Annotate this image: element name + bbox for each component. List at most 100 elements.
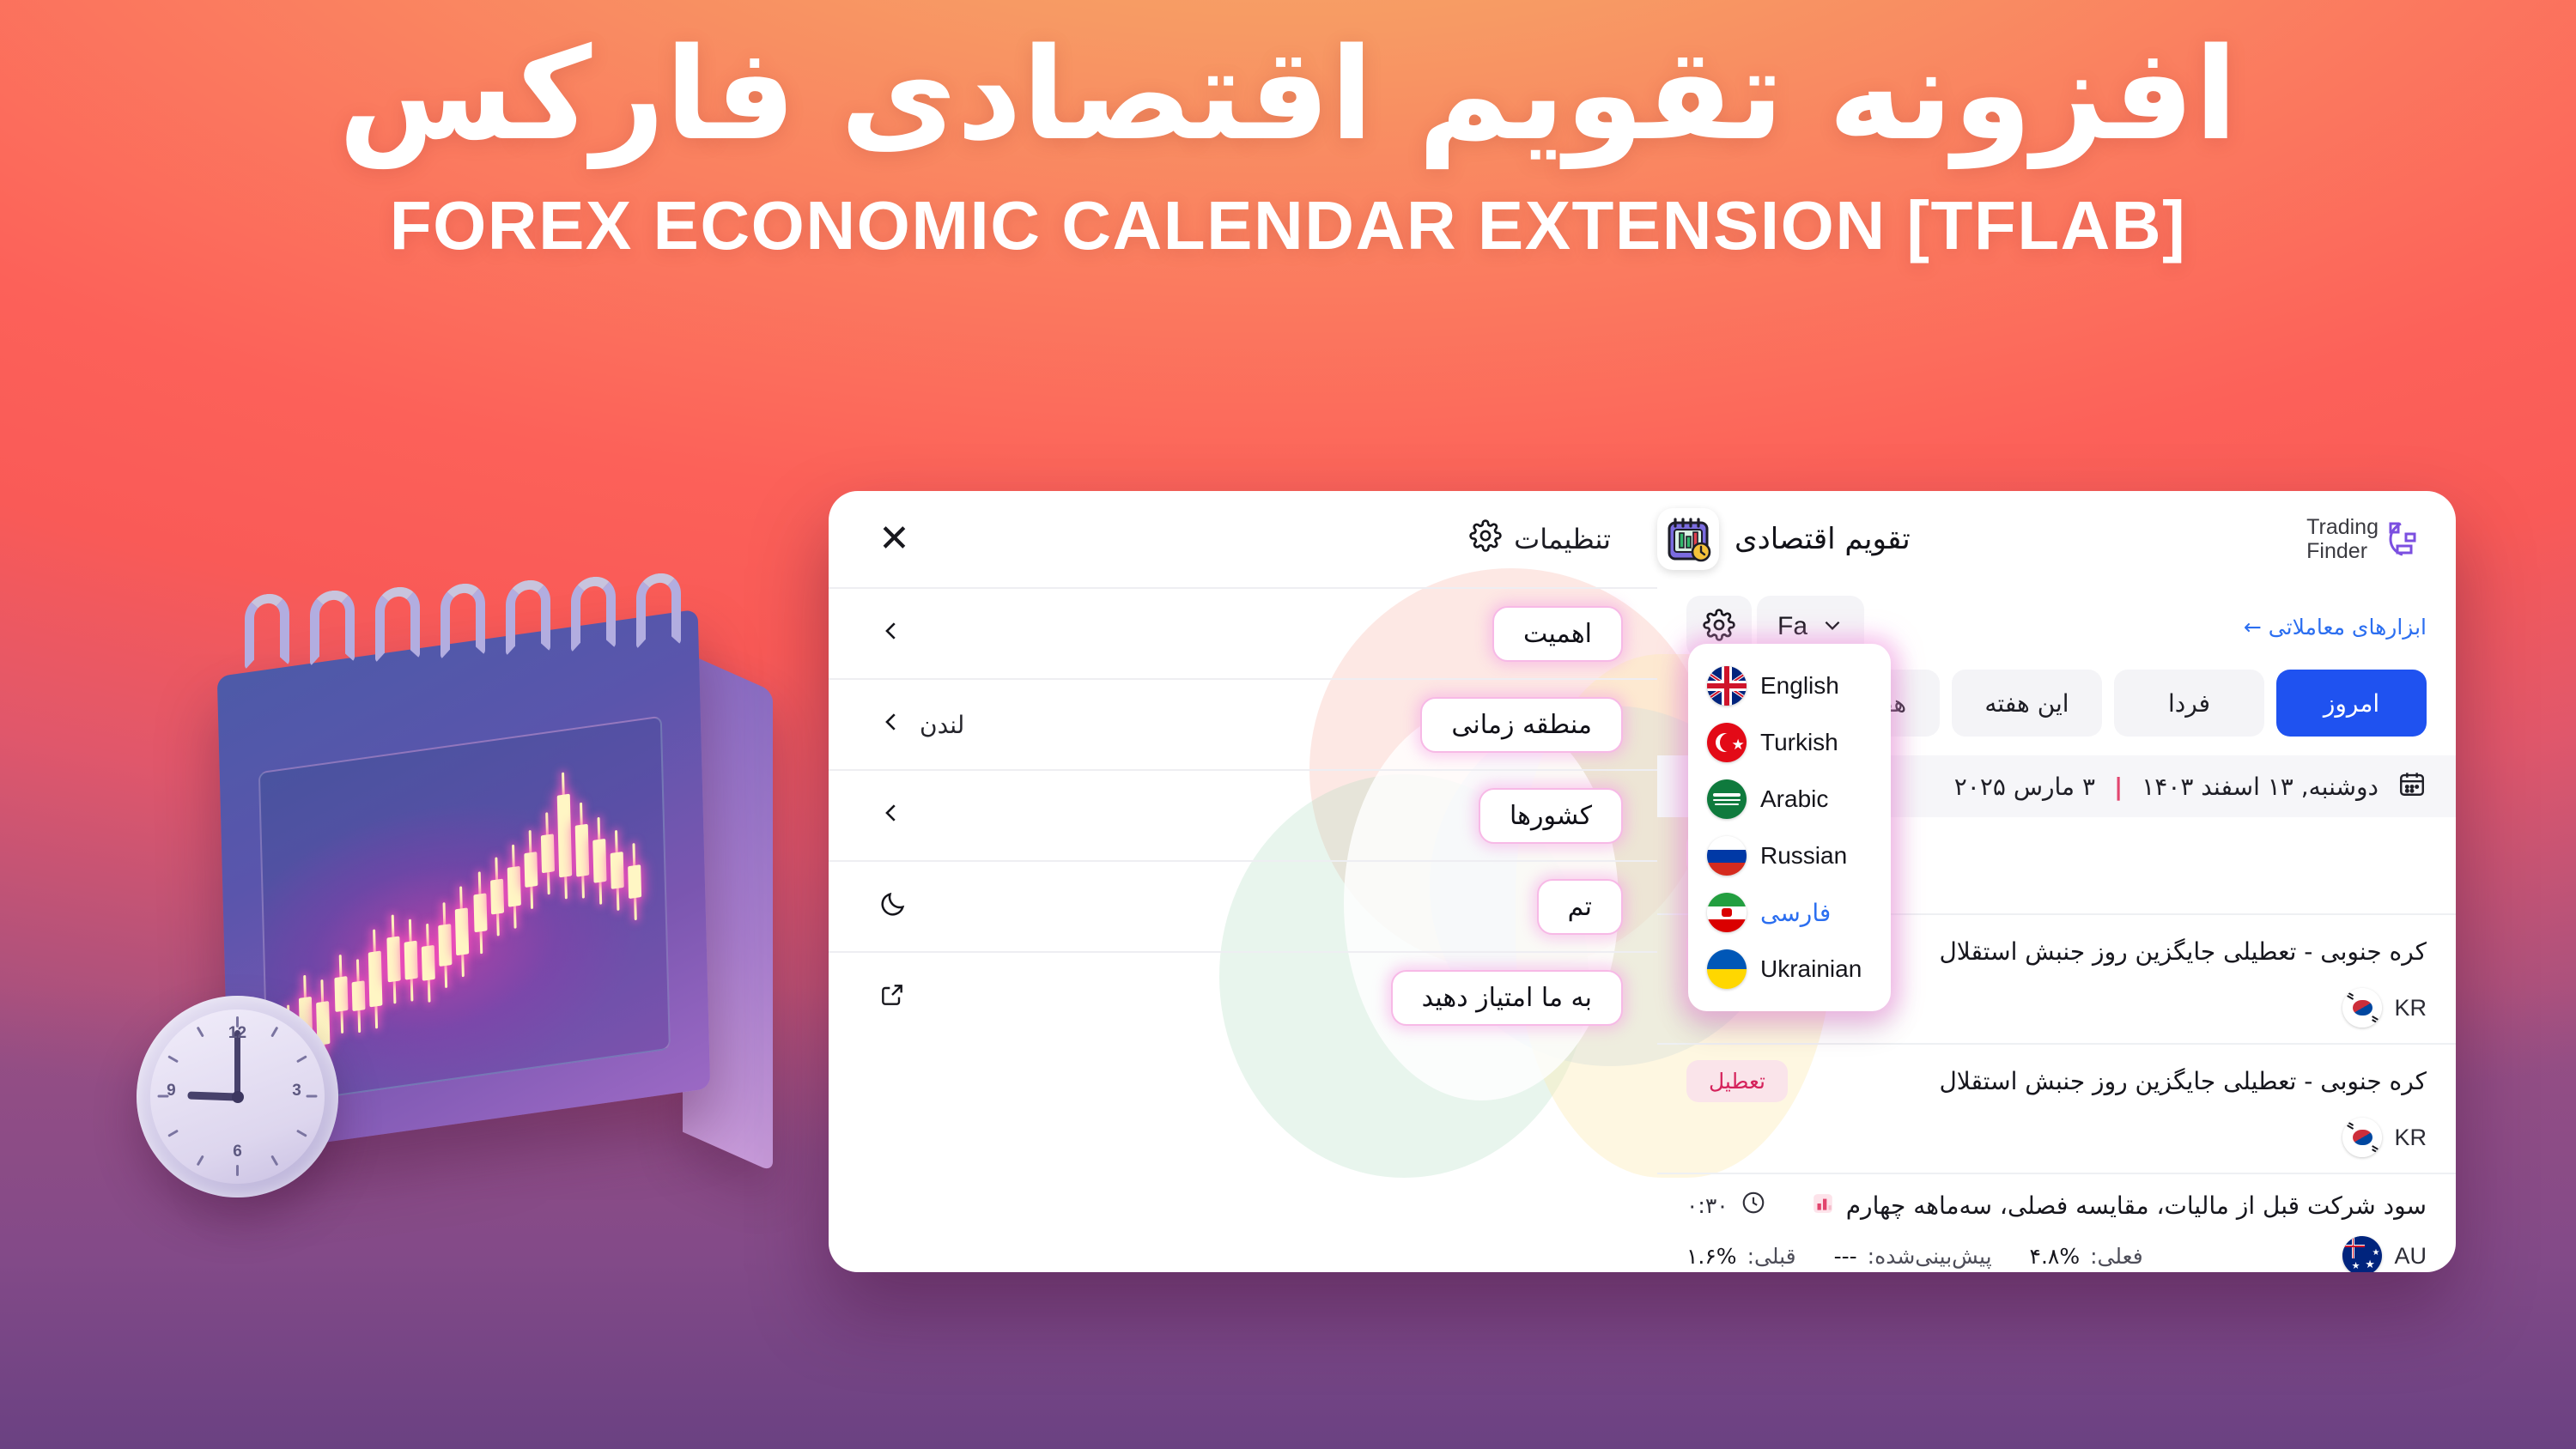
moon-icon[interactable] bbox=[878, 889, 908, 925]
chevron-left-icon[interactable] bbox=[878, 800, 904, 832]
clock-tick bbox=[196, 1026, 204, 1038]
candle-body bbox=[628, 864, 642, 900]
chevron-left-icon[interactable] bbox=[878, 709, 904, 741]
flag-ru-icon bbox=[1707, 836, 1747, 876]
language-option-label: Arabic bbox=[1760, 785, 1829, 812]
stat-previous: قبلی: ۱.۶% bbox=[1686, 1243, 1796, 1269]
event-row[interactable]: کره جنوبی - تعطیلی جایگزین روز جنبش استق… bbox=[1657, 1043, 2456, 1173]
settings-row[interactable]: کشورها bbox=[829, 769, 1657, 860]
settings-row[interactable]: تم bbox=[829, 860, 1657, 951]
country-code: AU bbox=[2394, 1242, 2427, 1269]
event-time: ۰:۳۰ bbox=[1686, 1192, 1728, 1218]
language-option[interactable]: فارسی bbox=[1688, 884, 1891, 941]
event-secondary-line: KR bbox=[1686, 1118, 2427, 1157]
event-row[interactable]: سود شرکت قبل از مالیات، مقایسه فصلی، سه‌… bbox=[1657, 1173, 2456, 1272]
logo-line-2: Finder bbox=[2306, 539, 2368, 563]
settings-panel: تنظیمات ✕ اهمیت منطقه زمانی لندن کشورها تم به… bbox=[829, 491, 1657, 1272]
clock-tick bbox=[236, 1165, 239, 1176]
flag-kr-icon bbox=[2342, 988, 2383, 1028]
clock-face: 12 3 6 9 bbox=[150, 1009, 325, 1184]
candle-body bbox=[610, 851, 624, 889]
candle-body bbox=[351, 980, 366, 1012]
tab-active[interactable]: امروز bbox=[2276, 670, 2427, 737]
candle-body bbox=[404, 940, 418, 980]
date-separator: | bbox=[2114, 772, 2123, 801]
analog-clock: 12 3 6 9 bbox=[137, 996, 338, 1197]
hero-title-fa: افزونه تقویم اقتصادی فارکس bbox=[337, 21, 2239, 168]
stat-actual: فعلی: ۴.۸% bbox=[2029, 1243, 2143, 1269]
event-title: کره جنوبی - تعطیلی جایگزین روز جنبش استق… bbox=[1939, 1067, 2427, 1095]
clock-tick bbox=[270, 1026, 279, 1038]
event-title-group: کره جنوبی - تعطیلی جایگزین روز جنبش استق… bbox=[1939, 937, 2427, 966]
trading-tools-link[interactable]: ابزارهای معاملاتی ← bbox=[2244, 615, 2427, 640]
calendar-illustration: 12 3 6 9 bbox=[133, 515, 940, 1270]
candle-body bbox=[368, 950, 383, 1008]
hero-headline: افزونه تقویم اقتصادی فارکس FOREX ECONOMI… bbox=[0, 17, 2576, 265]
settings-row[interactable]: منطقه زمانی لندن bbox=[829, 678, 1657, 769]
clock-tick bbox=[270, 1155, 279, 1167]
settings-row-label[interactable]: اهمیت bbox=[1492, 605, 1623, 662]
event-title: سود شرکت قبل از مالیات، مقایسه فصلی، سه‌… bbox=[1845, 1191, 2427, 1220]
language-option[interactable]: Ukrainian bbox=[1688, 941, 1891, 997]
event-secondary-line: AU ★ ★ ★ فعلی: ۴.۸% پیش‌بینی‌شده: --- قبلی: ۱.… bbox=[1686, 1236, 2427, 1272]
tab-item[interactable]: فردا bbox=[2114, 670, 2264, 737]
close-icon[interactable]: ✕ bbox=[878, 520, 910, 558]
calendar-panel: Trading Finder تقویم اقتصادی ابزارهای مع… bbox=[1657, 491, 2456, 1272]
external-link-icon[interactable] bbox=[878, 981, 906, 1015]
language-option[interactable]: Russian bbox=[1688, 828, 1891, 884]
flag-ua-icon bbox=[1707, 949, 1747, 989]
settings-row-value-group: لندن bbox=[878, 709, 964, 741]
spiral-ring bbox=[245, 591, 289, 670]
candle-body bbox=[524, 852, 538, 888]
flag-ir-icon bbox=[1707, 893, 1747, 932]
event-time-group: ۰:۳۰ bbox=[1686, 1190, 1766, 1221]
flag-sa-icon bbox=[1707, 779, 1747, 819]
settings-header: تنظیمات ✕ bbox=[829, 491, 1657, 587]
candle-body bbox=[574, 823, 590, 877]
extension-popup-window: تنظیمات ✕ اهمیت منطقه زمانی لندن کشورها تم به… bbox=[829, 491, 2456, 1272]
language-option[interactable]: English bbox=[1688, 658, 1891, 714]
candle-body bbox=[421, 944, 435, 981]
settings-row[interactable]: به ما امتیاز دهید bbox=[829, 951, 1657, 1042]
language-option[interactable]: Turkish ★ bbox=[1688, 714, 1891, 771]
calendar-header: Trading Finder تقویم اقتصادی bbox=[1657, 491, 2456, 587]
language-option[interactable]: Arabic bbox=[1688, 771, 1891, 828]
chevron-down-icon bbox=[1821, 614, 1844, 640]
flag-tr-icon: ★ bbox=[1707, 723, 1747, 762]
candle-body bbox=[490, 878, 505, 915]
flag-kr-icon bbox=[2342, 1118, 2383, 1157]
clock-numeral: 12 bbox=[228, 1024, 247, 1043]
economic-calendar-app-icon bbox=[1657, 508, 1719, 570]
settings-row[interactable]: اهمیت bbox=[829, 587, 1657, 678]
spiral-ring bbox=[636, 571, 681, 650]
clock-tick bbox=[167, 1129, 179, 1137]
spiral-ring bbox=[375, 585, 420, 664]
stat-forecast: پیش‌بینی‌شده: --- bbox=[1833, 1243, 1992, 1269]
settings-row-label[interactable]: منطقه زمانی bbox=[1420, 696, 1623, 753]
event-country: KR bbox=[2342, 988, 2427, 1028]
gear-icon bbox=[1469, 519, 1502, 559]
chevron-left-icon[interactable] bbox=[878, 618, 904, 650]
tab-item[interactable]: این هفته bbox=[1952, 670, 2102, 737]
impact-bars-icon bbox=[1812, 1192, 1834, 1218]
flag-au-icon: ★ ★ ★ bbox=[2342, 1236, 2383, 1272]
candle-body bbox=[592, 838, 607, 883]
settings-row-label[interactable]: به ما امتیاز دهید bbox=[1390, 969, 1623, 1026]
event-stats: فعلی: ۴.۸% پیش‌بینی‌شده: --- قبلی: ۱.۶% bbox=[1686, 1244, 2143, 1269]
settings-row-value-group bbox=[878, 981, 906, 1015]
candle-body bbox=[334, 976, 349, 1012]
settings-row-label[interactable]: کشورها bbox=[1479, 787, 1623, 844]
language-option-label: فارسی bbox=[1760, 898, 1832, 927]
settings-row-label[interactable]: تم bbox=[1536, 878, 1623, 935]
candle-body bbox=[556, 793, 573, 878]
clock-tick bbox=[196, 1155, 204, 1167]
event-title-group: سود شرکت قبل از مالیات، مقایسه فصلی، سه‌… bbox=[1812, 1191, 2427, 1220]
page-title: تقویم اقتصادی bbox=[1735, 522, 1911, 556]
status-badge: تعطیل bbox=[1686, 1060, 1789, 1102]
clock-icon bbox=[1741, 1190, 1766, 1221]
language-option-label: English bbox=[1760, 672, 1839, 699]
logo-line-1: Trading bbox=[2306, 515, 2379, 539]
flag-gb-icon bbox=[1707, 666, 1747, 706]
clock-tick bbox=[296, 1129, 307, 1137]
language-dropdown-menu[interactable]: English Turkish ★ Arabic Russian فارسی U… bbox=[1688, 644, 1891, 1011]
